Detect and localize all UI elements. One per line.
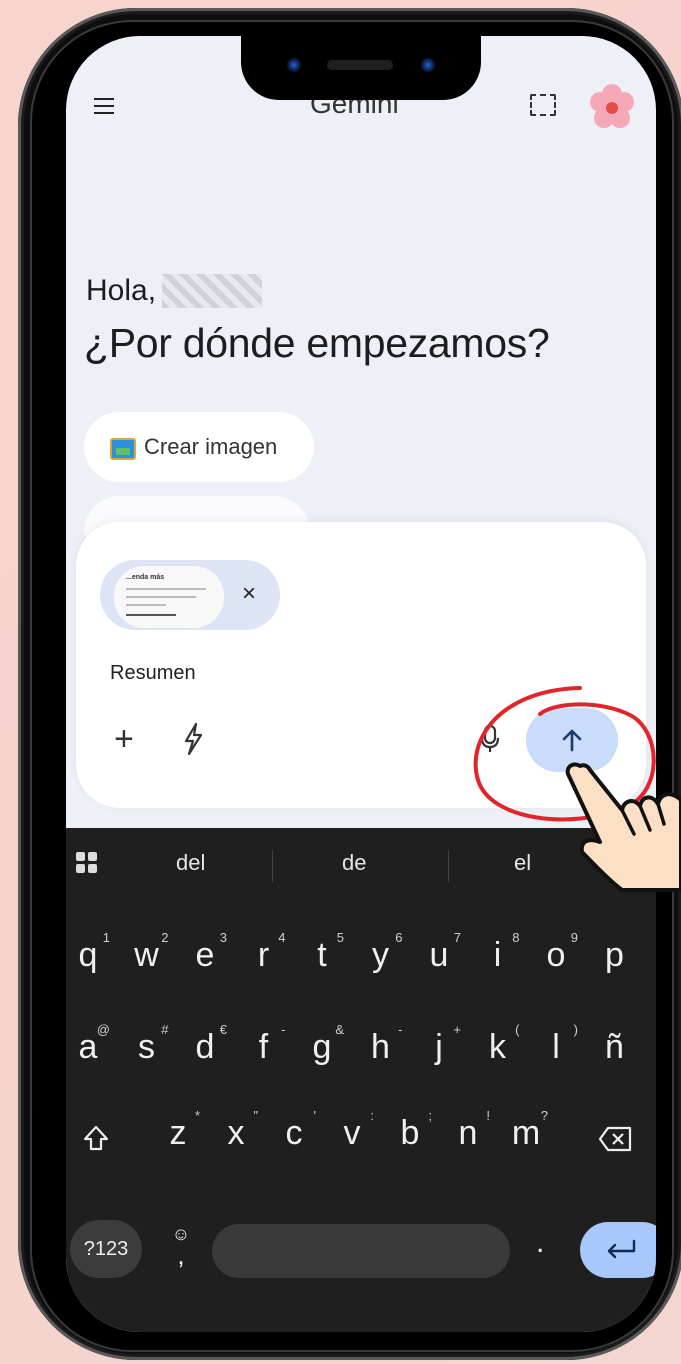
mic-icon[interactable]	[480, 724, 500, 754]
key-c[interactable]: c '	[268, 1108, 320, 1153]
enter-icon	[607, 1239, 636, 1259]
key-e[interactable]: e3	[179, 930, 231, 975]
suggestion-word[interactable]: de	[342, 850, 366, 876]
suggestion-word[interactable]: el	[514, 850, 531, 876]
key-f[interactable]: f-	[238, 1022, 290, 1067]
sensor-icon	[421, 58, 435, 72]
key-v[interactable]: v:	[326, 1108, 378, 1153]
menu-icon[interactable]	[94, 98, 114, 114]
attachment-preview[interactable]: ...enda más ×	[100, 560, 280, 630]
key-l[interactable]: l)	[530, 1022, 582, 1067]
image-icon	[110, 438, 136, 460]
key-j[interactable]: j +	[413, 1022, 465, 1067]
keyboard-row-1: q1w2e3r4t5y6u7i8o9p	[66, 930, 656, 996]
greeting-hello: Hola,	[86, 274, 263, 308]
create-image-chip[interactable]: Crear imagen	[84, 412, 314, 482]
notch	[241, 36, 481, 100]
prompt-input[interactable]: Resumen	[110, 662, 196, 685]
key-q[interactable]: q1	[66, 930, 114, 975]
plus-icon[interactable]: +	[114, 722, 134, 756]
remove-attachment-button[interactable]: ×	[242, 580, 256, 608]
key-p[interactable]: p	[589, 936, 641, 975]
enter-key[interactable]	[580, 1222, 656, 1278]
avatar[interactable]	[586, 82, 638, 134]
key-r[interactable]: r4	[238, 930, 290, 975]
suggestion-word[interactable]: del	[176, 850, 205, 876]
keyboard-apps-icon[interactable]	[76, 852, 98, 874]
key-n[interactable]: n!	[442, 1108, 494, 1153]
key-z[interactable]: z *	[152, 1108, 204, 1153]
backspace-icon[interactable]	[598, 1126, 632, 1152]
key-g[interactable]: g &	[296, 1022, 348, 1067]
greeting-hello-text: Hola,	[86, 274, 157, 307]
page-title: ¿Por dónde empezamos?	[84, 320, 550, 366]
keyboard-row-2: a @ s # d € f - g & h - j + k(l) ñ	[66, 1022, 656, 1088]
attachment-title: ...enda más	[126, 574, 165, 581]
key-o[interactable]: o9	[530, 930, 582, 975]
keyboard-row-4: ?123 ☺ , .	[66, 1220, 656, 1280]
pointing-hand-icon	[565, 762, 681, 892]
key-h[interactable]: h-	[355, 1022, 407, 1067]
speaker-grille	[327, 60, 393, 70]
shift-icon[interactable]	[82, 1124, 110, 1152]
blurred-username	[162, 274, 263, 308]
key-k[interactable]: k(	[472, 1022, 524, 1067]
key-y[interactable]: y6	[355, 930, 407, 975]
key-m[interactable]: m?	[500, 1108, 552, 1153]
key-a[interactable]: a @	[66, 1022, 114, 1067]
chip-label: Crear imagen	[144, 434, 278, 459]
key-x[interactable]: x "	[210, 1108, 262, 1153]
key-d[interactable]: d €	[179, 1022, 231, 1067]
key-i[interactable]: i8	[472, 930, 524, 975]
key-w[interactable]: w2	[121, 930, 173, 975]
period-key[interactable]: .	[536, 1226, 544, 1260]
chat-history-icon[interactable]	[530, 94, 556, 116]
screen: Gemini Hola, ¿Por dónde empezamos? Crear…	[66, 36, 656, 1332]
attachment-thumbnail: ...enda más	[114, 566, 224, 628]
keyboard: del de el q1w2e3r4t5y6u7i8o9p a @ s # d € f - g &…	[66, 828, 656, 1332]
spacebar[interactable]	[212, 1224, 510, 1278]
bolt-icon[interactable]	[180, 722, 206, 756]
send-arrow-icon	[562, 729, 582, 752]
camera-icon	[287, 58, 301, 72]
key-s[interactable]: s #	[121, 1022, 173, 1067]
key-u[interactable]: u7	[413, 930, 465, 975]
key-b[interactable]: b;	[384, 1108, 436, 1153]
emoji-comma-key[interactable]: ☺ ,	[166, 1224, 196, 1270]
key-ñ[interactable]: ñ	[589, 1028, 641, 1067]
key-t[interactable]: t5	[296, 930, 348, 975]
comma-label: ,	[177, 1240, 185, 1270]
symbols-key[interactable]: ?123	[70, 1220, 142, 1278]
keyboard-row-3: z * x " c ' v: b; n! m?	[66, 1108, 656, 1174]
